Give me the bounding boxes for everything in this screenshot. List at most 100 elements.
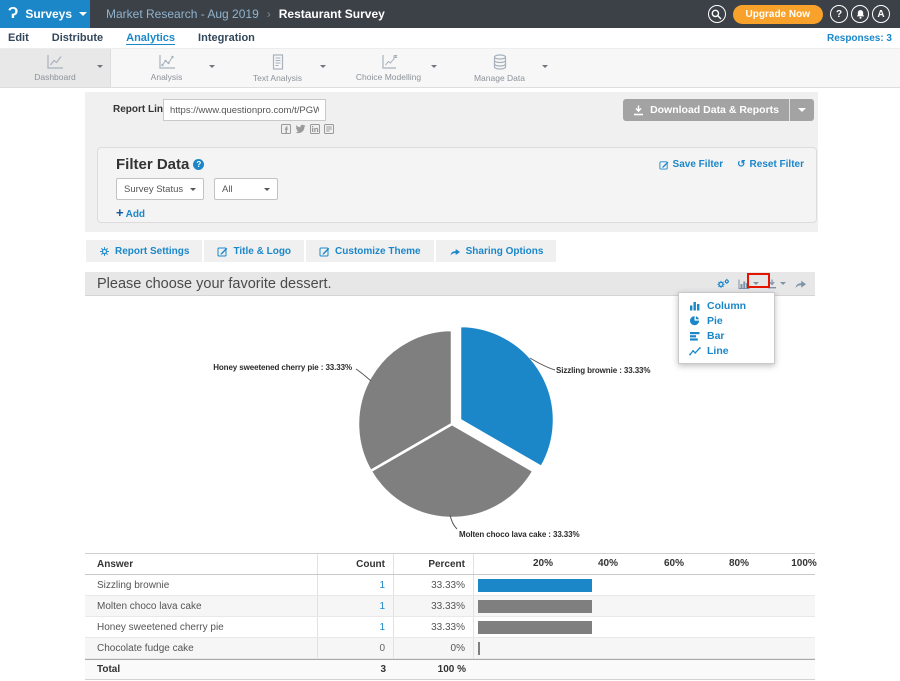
embed-icon[interactable] xyxy=(324,124,334,134)
toolbar-label: Choice Modelling xyxy=(356,72,421,82)
plus-icon: + xyxy=(116,205,124,220)
chevron-down-icon[interactable] xyxy=(209,65,215,68)
filter-field-select[interactable]: Survey Status xyxy=(116,178,204,200)
edit-icon xyxy=(217,246,228,257)
database-icon xyxy=(491,54,509,71)
nav-item-analytics[interactable]: Analytics xyxy=(126,32,175,45)
breadcrumb-parent-link[interactable]: Market Research - Aug 2019 xyxy=(106,7,259,21)
responses-count[interactable]: Responses: 3 xyxy=(827,33,892,44)
chevron-down-icon xyxy=(780,282,786,285)
download-button-label: Download Data & Reports xyxy=(650,104,779,116)
add-filter-link[interactable]: +Add xyxy=(116,205,145,220)
surveys-product-switcher[interactable]: Ɂ Surveys xyxy=(0,0,90,28)
menu-item-column[interactable]: Column xyxy=(679,298,774,313)
column-chart-icon xyxy=(689,301,701,311)
search-icon xyxy=(711,9,722,20)
count-cell[interactable]: 1 xyxy=(379,622,385,633)
breadcrumb-separator: › xyxy=(267,7,271,21)
menu-item-label: Bar xyxy=(707,330,725,342)
question-title: Please choose your favorite dessert. xyxy=(85,276,332,292)
notifications-button[interactable] xyxy=(851,5,869,23)
count-cell[interactable]: 1 xyxy=(379,580,385,591)
share-question-button[interactable] xyxy=(794,278,807,289)
scale-tick: 20% xyxy=(528,558,558,569)
toolbar-label: Dashboard xyxy=(34,72,76,82)
tab-sharing-options[interactable]: Sharing Options xyxy=(436,240,557,262)
tab-title-logo[interactable]: Title & Logo xyxy=(204,240,304,262)
tab-report-settings[interactable]: Report Settings xyxy=(86,240,202,262)
tab-label: Sharing Options xyxy=(466,246,544,257)
chevron-down-icon[interactable] xyxy=(542,65,548,68)
filter-value-select[interactable]: All xyxy=(214,178,278,200)
gears-icon xyxy=(99,246,110,257)
menu-item-label: Pie xyxy=(707,315,723,327)
help-button[interactable]: ? xyxy=(830,5,848,23)
save-filter-link[interactable]: Save Filter xyxy=(659,159,724,170)
filter-value-value: All xyxy=(222,184,233,195)
chevron-down-icon xyxy=(753,282,759,285)
count-cell[interactable]: 0 xyxy=(379,643,385,654)
toolbar-item-text-analysis[interactable]: Text Analysis xyxy=(222,49,333,87)
toolbar-item-choice-modelling[interactable]: Choice Modelling xyxy=(333,49,444,87)
total-count: 3 xyxy=(318,660,394,679)
row-bar xyxy=(478,600,592,613)
chevron-down-icon[interactable] xyxy=(431,65,437,68)
menu-item-pie[interactable]: Pie xyxy=(679,313,774,328)
reset-filter-link[interactable]: ↺ Reset Filter xyxy=(737,159,804,170)
download-chart-button[interactable] xyxy=(767,279,786,289)
row-bar xyxy=(478,642,480,655)
column-header-answer: Answer xyxy=(85,554,318,574)
total-label: Total xyxy=(85,660,318,679)
gears-icon xyxy=(716,278,730,290)
search-button[interactable] xyxy=(708,5,726,23)
upgrade-now-button[interactable]: Upgrade Now xyxy=(733,5,823,24)
column-header-count: Count xyxy=(318,554,394,574)
question-settings-button[interactable] xyxy=(716,278,730,290)
chevron-down-icon xyxy=(264,188,270,191)
percent-cell: 0% xyxy=(394,638,474,658)
scale-tick: 80% xyxy=(724,558,754,569)
panel-header-icons xyxy=(716,278,815,290)
tab-customize-theme[interactable]: Customize Theme xyxy=(306,240,434,262)
share-icons xyxy=(281,124,334,134)
answer-cell: Chocolate fudge cake xyxy=(85,638,318,658)
count-cell[interactable]: 1 xyxy=(379,601,385,612)
add-filter-label: Add xyxy=(126,209,145,220)
table-total-row: Total 3 100 % xyxy=(85,659,815,680)
download-options-caret[interactable] xyxy=(790,99,814,121)
toolbar-item-dashboard[interactable]: Dashboard xyxy=(0,49,111,87)
report-link-input[interactable] xyxy=(163,99,326,121)
toolbar-item-manage-data[interactable]: Manage Data xyxy=(444,49,555,87)
tab-label: Title & Logo xyxy=(233,246,291,257)
download-icon xyxy=(633,105,644,116)
download-data-reports-button[interactable]: Download Data & Reports xyxy=(623,99,814,121)
facebook-icon[interactable] xyxy=(281,124,291,134)
tab-label: Report Settings xyxy=(115,246,189,257)
chevron-down-icon[interactable] xyxy=(320,65,326,68)
nav-item-edit[interactable]: Edit xyxy=(8,32,29,44)
table-header-row: Answer Count Percent 20% 40% 60% 80% 100… xyxy=(85,553,815,575)
pie-label-honey-sweetened-cherry-pie: Honey sweetened cherry pie : 33.33% xyxy=(192,363,352,372)
scale-tick: 40% xyxy=(593,558,623,569)
table-row: Honey sweetened cherry pie 1 33.33% xyxy=(85,617,815,638)
bell-icon xyxy=(855,9,866,20)
column-chart-icon xyxy=(738,279,750,289)
chevron-down-icon xyxy=(79,12,87,16)
filter-help-icon[interactable]: ? xyxy=(193,159,204,170)
menu-item-line[interactable]: Line xyxy=(679,343,774,358)
toolbar-item-analysis[interactable]: Analysis xyxy=(111,49,222,87)
questionpro-logo-icon: Ɂ xyxy=(8,6,18,22)
chevron-down-icon[interactable] xyxy=(97,65,103,68)
account-avatar[interactable]: A xyxy=(872,5,890,23)
nav-item-distribute[interactable]: Distribute xyxy=(52,32,103,44)
percent-cell: 33.33% xyxy=(394,575,474,595)
answer-cell: Molten choco lava cake xyxy=(85,596,318,616)
menu-item-bar[interactable]: Bar xyxy=(679,328,774,343)
linkedin-icon[interactable] xyxy=(310,124,320,134)
twitter-icon[interactable] xyxy=(295,124,306,134)
pie-label-molten-choco-lava-cake: Molten choco lava cake : 33.33% xyxy=(459,530,580,539)
results-table: Answer Count Percent 20% 40% 60% 80% 100… xyxy=(85,553,815,680)
nav-item-integration[interactable]: Integration xyxy=(198,32,255,44)
filter-data-panel: Filter Data? Save Filter ↺ Reset Filter … xyxy=(97,147,817,223)
chart-type-button[interactable] xyxy=(738,279,759,289)
